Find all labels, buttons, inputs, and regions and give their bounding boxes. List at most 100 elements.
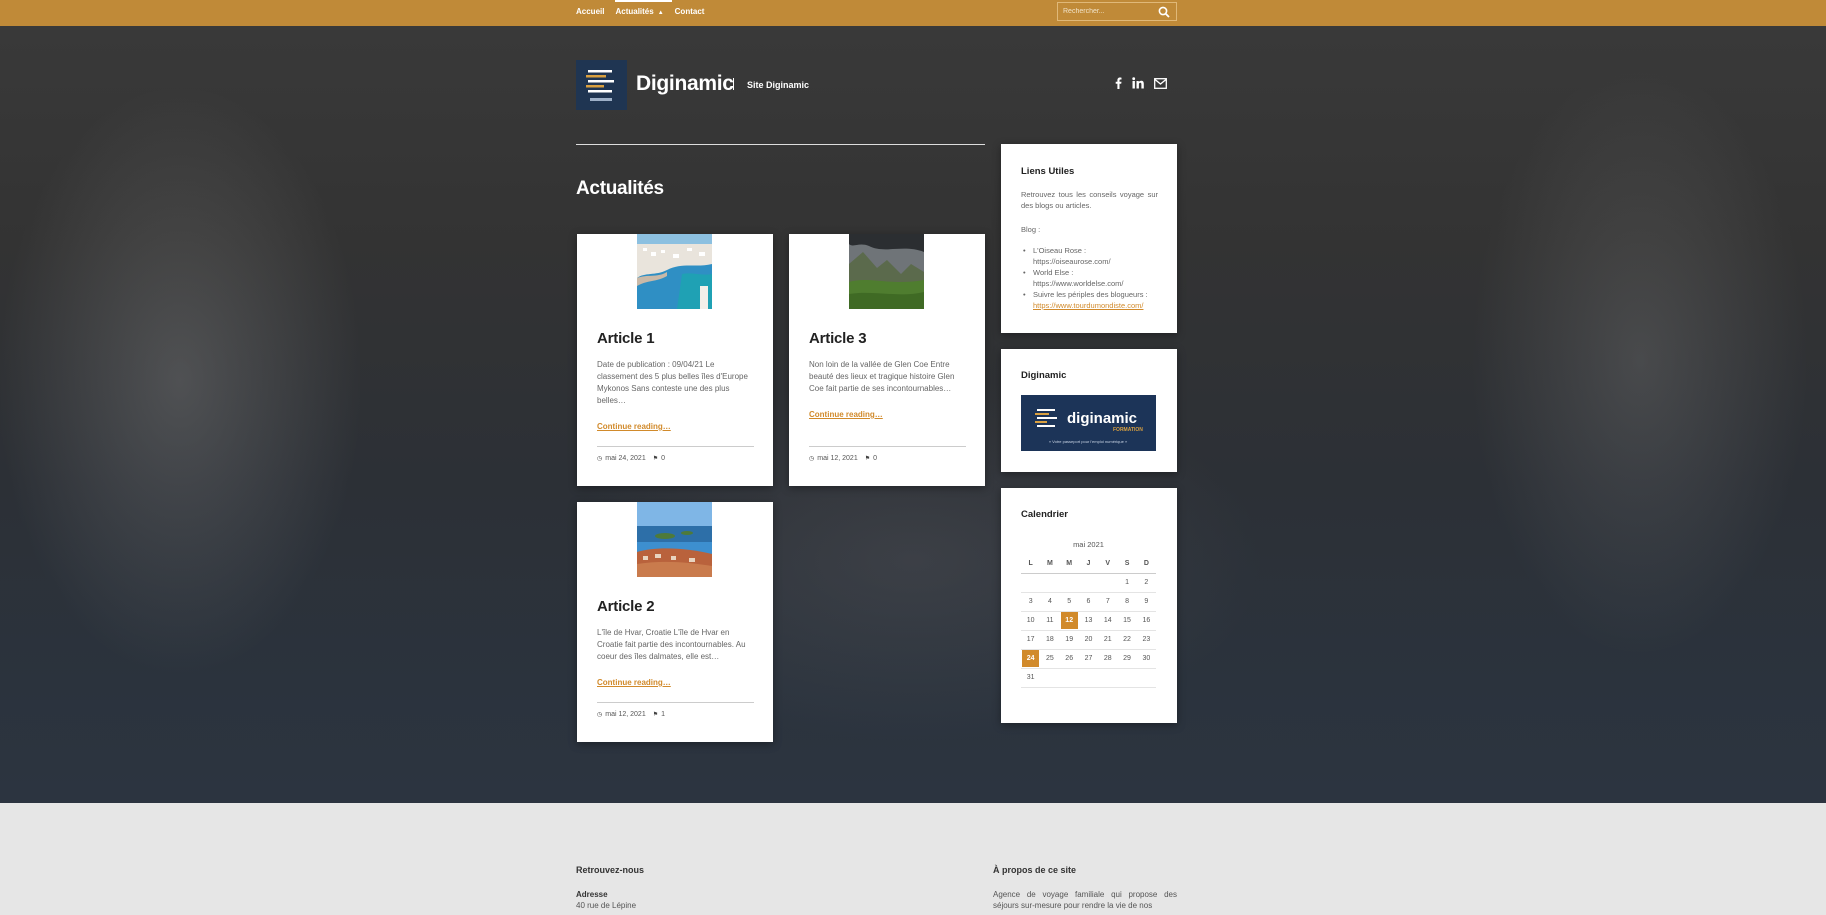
post-meta-divider	[597, 702, 754, 703]
post-title[interactable]: Article 2	[597, 598, 655, 615]
calendar-day-header: M	[1040, 554, 1060, 574]
post-meta-divider	[809, 446, 966, 447]
calendar-table: LMMJVSD 1 2 3 4 5 6 7 8 9 10 11 12 13 14 15 16 17 18 19 20 2…	[1021, 554, 1156, 688]
banner-wordmark: diginamic	[1067, 410, 1137, 427]
post-excerpt: Date de publication : 09/04/21 Le classe…	[597, 360, 748, 405]
calendar-day: 2	[1136, 573, 1156, 593]
nav-accueil[interactable]: Accueil	[576, 7, 604, 16]
post-title[interactable]: Article 1	[597, 330, 655, 347]
continue-reading-link[interactable]: Continue reading…	[809, 410, 883, 419]
continue-reading-link[interactable]: Continue reading…	[597, 422, 671, 431]
calendar-empty-cell	[1059, 668, 1079, 688]
post-meta-divider	[597, 446, 754, 447]
calendar-day[interactable]: 12	[1059, 611, 1079, 631]
calendar-day-header: S	[1117, 554, 1137, 574]
calendar-caption: mai 2021	[1073, 540, 1104, 549]
calendar-day: 27	[1078, 649, 1099, 669]
post-card: Article 3 Non loin de la vallée de Glen …	[789, 234, 985, 486]
calendar-day[interactable]: 24	[1021, 649, 1041, 669]
post-comment-count[interactable]: 1	[661, 711, 665, 718]
list-item: Suivre les périples des blogueurs : http…	[1021, 289, 1158, 311]
calendar-day: 20	[1078, 630, 1099, 650]
calendar-day: 10	[1021, 611, 1041, 631]
post-thumbnail-mykonos[interactable]	[637, 234, 712, 309]
calendar-day-header: L	[1021, 554, 1041, 574]
calendar-day: 31	[1021, 668, 1041, 688]
footer-right-title: À propos de ce site	[993, 865, 1077, 875]
post-comment-count[interactable]: 0	[661, 455, 665, 462]
search-box	[1057, 2, 1177, 21]
top-bar: Accueil Actualités Contact	[0, 0, 1826, 26]
calendar-day: 25	[1040, 649, 1060, 669]
post-thumbnail-hvar[interactable]	[637, 502, 712, 577]
link-url[interactable]: https://oiseaurose.com/	[1033, 257, 1111, 266]
brand-widget: Diginamic diginamic FORMATION « Votre pa…	[1001, 349, 1177, 472]
calendar-day: 5	[1059, 592, 1079, 612]
page-title: Actualités	[576, 178, 664, 199]
calendar-week: 12	[1021, 573, 1156, 593]
calendar-day: 22	[1117, 630, 1137, 650]
calendar-day: 3	[1021, 592, 1041, 612]
calendar-empty-cell	[1078, 573, 1099, 593]
post-title[interactable]: Article 3	[809, 330, 867, 347]
site-title[interactable]: Diginamic	[636, 72, 734, 96]
comment-icon: ⚑	[652, 712, 659, 718]
nav-actualites[interactable]: Actualités	[615, 0, 672, 16]
calendar-day: 14	[1098, 611, 1118, 631]
link-url[interactable]: https://www.worldelse.com/	[1033, 279, 1123, 288]
diginamic-banner[interactable]: diginamic FORMATION « Votre passeport po…	[1021, 395, 1156, 451]
search-button[interactable]	[1154, 3, 1174, 20]
header-divider	[576, 144, 985, 145]
post-card: Article 1 Date de publication : 09/04/21…	[577, 234, 773, 486]
calendar-empty-cell	[1059, 573, 1079, 593]
social-links	[1115, 77, 1167, 89]
links-list: L'Oiseau Rose : https://oiseaurose.com/ …	[1021, 245, 1158, 311]
comment-icon: ⚑	[652, 456, 659, 462]
site-tagline: Site Diginamic	[747, 80, 810, 90]
envelope-icon[interactable]	[1154, 77, 1167, 89]
calendar-day: 17	[1021, 630, 1041, 650]
main-nav: Accueil Actualités Contact	[576, 0, 705, 16]
calendar-week: 3456789	[1021, 592, 1156, 612]
links-widget: Liens Utiles Retrouvez tous les conseils…	[1001, 144, 1177, 333]
link-url[interactable]: https://www.tourdumondiste.com/	[1033, 301, 1143, 310]
post-thumbnail-glencoe[interactable]	[849, 234, 924, 309]
calendar-day: 21	[1098, 630, 1118, 650]
post-meta: ◷ mai 12, 2021 ⚑ 1	[597, 711, 665, 718]
calendar-day: 18	[1040, 630, 1060, 650]
nav-contact[interactable]: Contact	[675, 7, 705, 16]
calendar-day: 1	[1117, 573, 1137, 593]
site-footer: Retrouvez-nous Adresse 40 rue de Lépine …	[0, 803, 1826, 915]
post-meta: ◷ mai 24, 2021 ⚑ 0	[597, 455, 665, 462]
calendar-empty-cell	[1098, 573, 1118, 593]
calendar-empty-cell	[1098, 668, 1118, 688]
facebook-icon[interactable]	[1115, 77, 1122, 89]
linkedin-icon[interactable]	[1132, 77, 1144, 89]
widget-title: Diginamic	[1021, 370, 1067, 381]
about-text: Agence de voyage familiale qui propose d…	[993, 890, 1177, 910]
calendar-day: 23	[1136, 630, 1156, 650]
calendar-day: 28	[1098, 649, 1118, 669]
post-comment-count[interactable]: 0	[873, 455, 877, 462]
search-input[interactable]	[1058, 8, 1154, 15]
link-label: L'Oiseau Rose :	[1033, 246, 1087, 255]
post-excerpt: Non loin de la vallée de Glen Coe Entre …	[809, 360, 955, 393]
calendar-empty-cell	[1117, 668, 1137, 688]
banner-tagline: « Votre passeport pour l'emploi numériqu…	[1049, 439, 1128, 444]
site-logo[interactable]	[576, 60, 627, 110]
calendar-day: 11	[1040, 611, 1060, 631]
continue-reading-link[interactable]: Continue reading…	[597, 678, 671, 687]
link-label: World Else :	[1033, 268, 1074, 277]
calendar-day: 16	[1136, 611, 1156, 631]
clock-icon: ◷	[597, 456, 603, 462]
calendar-day: 26	[1059, 649, 1079, 669]
post-date[interactable]: mai 12, 2021	[817, 455, 857, 462]
calendar-day: 9	[1136, 592, 1156, 612]
calendar-day: 8	[1117, 592, 1137, 612]
calendar-week: 31	[1021, 668, 1156, 688]
post-date[interactable]: mai 24, 2021	[605, 455, 645, 462]
search-icon	[1158, 6, 1170, 18]
calendar-day: 30	[1136, 649, 1156, 669]
calendar-empty-cell	[1040, 668, 1060, 688]
post-date[interactable]: mai 12, 2021	[605, 711, 645, 718]
